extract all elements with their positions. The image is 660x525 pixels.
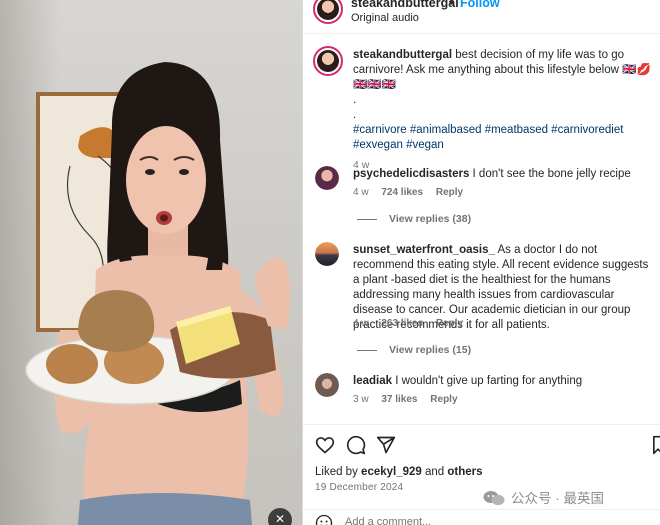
comment-likes[interactable]: 263 likes bbox=[381, 318, 423, 329]
replies-divider bbox=[357, 218, 377, 220]
speaker-muted-icon: ✕ bbox=[274, 512, 286, 525]
header-separator-dot: • bbox=[449, 0, 454, 10]
reply-button[interactable]: Reply bbox=[436, 187, 463, 198]
add-comment-input[interactable] bbox=[345, 516, 595, 525]
comment-text: I don't see the bone jelly recipe bbox=[472, 168, 631, 180]
reply-button[interactable]: Reply bbox=[436, 318, 463, 329]
view-replies-button[interactable]: View replies (38) bbox=[357, 213, 471, 225]
add-comment-row bbox=[303, 509, 660, 525]
liked-by-prefix: Liked by bbox=[315, 466, 358, 478]
comment-username[interactable]: leadiak bbox=[353, 375, 392, 387]
replies-divider bbox=[357, 349, 377, 351]
caption-avatar[interactable] bbox=[313, 46, 343, 76]
caption-hashtags[interactable]: #carnivore #animalbased #meatbased #carn… bbox=[353, 123, 653, 153]
comment-icon[interactable] bbox=[346, 435, 366, 455]
bookmark-icon[interactable] bbox=[651, 435, 660, 455]
mute-button[interactable]: ✕ bbox=[268, 508, 292, 525]
view-replies-label: View replies (38) bbox=[389, 213, 472, 225]
post-actions: Liked by ecekyl_929 and others 19 Decemb… bbox=[303, 424, 660, 525]
post-media[interactable]: ✕ bbox=[0, 0, 302, 525]
caption-username[interactable]: steakandbuttergal bbox=[353, 49, 452, 61]
caption-dot-line: . bbox=[353, 109, 357, 121]
comment-timestamp[interactable]: 4 w bbox=[353, 318, 369, 329]
liked-by-and: and bbox=[425, 466, 445, 478]
reply-button[interactable]: Reply bbox=[430, 394, 457, 405]
liked-by-user[interactable]: ecekyl_929 bbox=[361, 466, 422, 478]
commenter-avatar[interactable] bbox=[315, 242, 339, 266]
wechat-watermark: 公众号 · 最英国 bbox=[483, 487, 604, 507]
share-icon[interactable] bbox=[376, 435, 396, 455]
audio-label[interactable]: Original audio bbox=[351, 12, 419, 24]
comment-username[interactable]: sunset_waterfront_oasis_ bbox=[353, 244, 495, 256]
commenter-avatar[interactable] bbox=[315, 373, 339, 397]
comment-likes[interactable]: 37 likes bbox=[381, 394, 417, 405]
caption-dot-line: . bbox=[353, 94, 357, 106]
person-holding-plate bbox=[25, 62, 291, 525]
comment-likes[interactable]: 724 likes bbox=[381, 187, 423, 198]
comment-timestamp[interactable]: 3 w bbox=[353, 394, 369, 405]
view-replies-button[interactable]: View replies (15) bbox=[357, 344, 471, 356]
post-side-panel: steakandbuttergal • Follow Original audi… bbox=[302, 0, 660, 525]
comment-timestamp[interactable]: 4 w bbox=[353, 187, 369, 198]
post-header: steakandbuttergal • Follow Original audi… bbox=[303, 0, 660, 34]
liked-by-others[interactable]: others bbox=[447, 466, 482, 478]
watermark-text: 公众号 · 最英国 bbox=[511, 491, 604, 506]
author-username[interactable]: steakandbuttergal bbox=[351, 0, 459, 10]
heart-icon[interactable] bbox=[315, 435, 335, 455]
author-avatar[interactable] bbox=[313, 0, 343, 24]
comment-text: I wouldn't give up farting for anything bbox=[395, 375, 583, 387]
follow-button[interactable]: Follow bbox=[460, 0, 500, 10]
comment-username[interactable]: psychedelicdisasters bbox=[353, 168, 469, 180]
liked-by: Liked by ecekyl_929 and others bbox=[315, 466, 483, 478]
wechat-icon bbox=[483, 491, 505, 506]
commenter-avatar[interactable] bbox=[315, 166, 339, 190]
view-replies-label: View replies (15) bbox=[389, 344, 472, 356]
emoji-icon[interactable] bbox=[315, 514, 333, 525]
post-date: 19 December 2024 bbox=[315, 482, 404, 493]
